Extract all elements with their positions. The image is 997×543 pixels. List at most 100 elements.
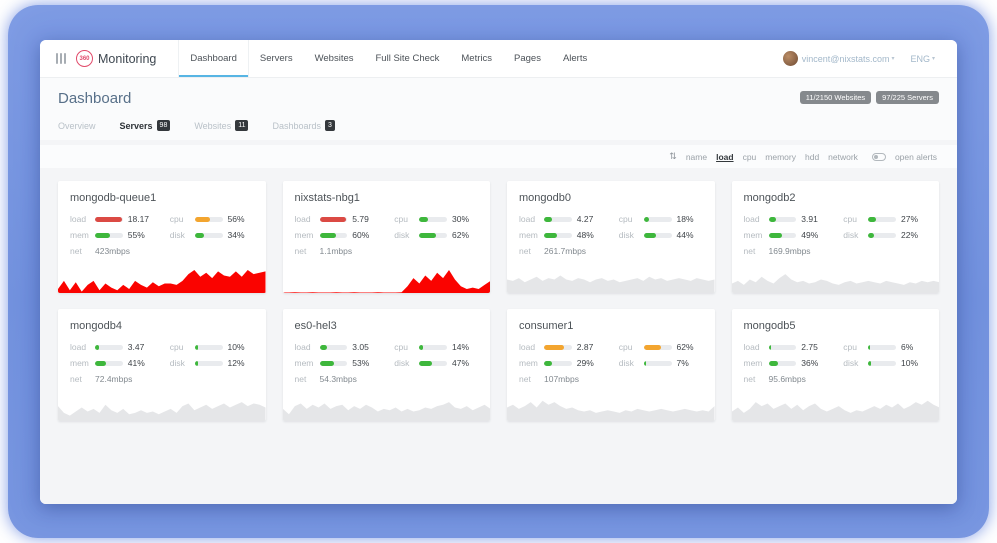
open-alerts-label[interactable]: open alerts bbox=[895, 152, 937, 162]
net-value: 169.9mbps bbox=[769, 246, 811, 256]
metric-load: load 2.87 bbox=[519, 342, 603, 352]
sort-by-cpu[interactable]: cpu bbox=[743, 152, 757, 162]
servers-status-badge[interactable]: 97/225 Servers bbox=[876, 91, 939, 104]
dashboard-subtabs: Overview Servers 98 Websites 11 Dashboar… bbox=[58, 120, 939, 140]
metric-cpu: cpu 6% bbox=[843, 342, 927, 352]
net-label: net bbox=[295, 246, 315, 256]
load-bar bbox=[320, 345, 348, 350]
sort-by-hdd[interactable]: hdd bbox=[805, 152, 819, 162]
metric-cpu: cpu 18% bbox=[619, 214, 703, 224]
mem-label: mem bbox=[519, 358, 539, 368]
server-card[interactable]: es0-hel3 load 3.05 cpu 14% mem 53% bbox=[283, 309, 491, 421]
subtab-servers[interactable]: Servers 98 bbox=[120, 120, 171, 131]
mem-value: 49% bbox=[801, 230, 827, 240]
metric-mem: mem 55% bbox=[70, 230, 154, 240]
nav-tab-metrics[interactable]: Metrics bbox=[450, 40, 503, 77]
mem-bar bbox=[320, 361, 348, 366]
server-card-body: mongodb-queue1 load 18.17 cpu 56% mem 55… bbox=[58, 181, 266, 263]
net-label: net bbox=[744, 374, 764, 384]
mem-value: 55% bbox=[128, 230, 154, 240]
metric-disk: disk 7% bbox=[619, 358, 703, 368]
dashboards-count-badge: 3 bbox=[325, 120, 335, 131]
server-metrics: load 3.05 cpu 14% mem 53% disk 4 bbox=[295, 342, 479, 390]
mem-value: 41% bbox=[128, 358, 154, 368]
metric-disk: disk 10% bbox=[843, 358, 927, 368]
subtab-dashboards[interactable]: Dashboards 3 bbox=[272, 120, 334, 131]
cpu-bar bbox=[419, 345, 447, 350]
load-label: load bbox=[70, 214, 90, 224]
mem-value: 48% bbox=[577, 230, 603, 240]
server-card[interactable]: mongodb4 load 3.47 cpu 10% mem 41% bbox=[58, 309, 266, 421]
subtab-websites[interactable]: Websites 11 bbox=[194, 120, 248, 131]
mem-value: 29% bbox=[577, 358, 603, 368]
server-metrics: load 5.79 cpu 30% mem 60% disk 6 bbox=[295, 214, 479, 262]
mem-bar bbox=[320, 233, 348, 238]
server-card[interactable]: nixstats-nbg1 load 5.79 cpu 30% mem 60% bbox=[283, 181, 491, 293]
metric-mem: mem 48% bbox=[519, 230, 603, 240]
metric-mem: mem 53% bbox=[295, 358, 379, 368]
mem-label: mem bbox=[70, 230, 90, 240]
status-badges: 11/2150 Websites 97/225 Servers bbox=[800, 91, 939, 104]
cpu-label: cpu bbox=[170, 214, 190, 224]
nav-tab-pages[interactable]: Pages bbox=[503, 40, 552, 77]
server-card[interactable]: mongodb-queue1 load 18.17 cpu 56% mem 55… bbox=[58, 181, 266, 293]
disk-label: disk bbox=[843, 230, 863, 240]
websites-count-badge: 11 bbox=[235, 120, 248, 131]
server-card[interactable]: mongodb5 load 2.75 cpu 6% mem 36% bbox=[732, 309, 940, 421]
cpu-value: 27% bbox=[901, 214, 927, 224]
server-card[interactable]: mongodb2 load 3.91 cpu 27% mem 49% bbox=[732, 181, 940, 293]
nav-tab-servers[interactable]: Servers bbox=[249, 40, 304, 77]
metric-disk: disk 47% bbox=[394, 358, 478, 368]
cpu-value: 62% bbox=[677, 342, 703, 352]
sparkline-chart bbox=[732, 391, 940, 421]
nav-tab-alerts[interactable]: Alerts bbox=[552, 40, 598, 77]
logo[interactable]: 360 Monitoring bbox=[76, 50, 156, 67]
disk-label: disk bbox=[394, 358, 414, 368]
load-value: 5.79 bbox=[352, 214, 378, 224]
nav-tab-websites[interactable]: Websites bbox=[304, 40, 365, 77]
open-alerts-toggle[interactable] bbox=[872, 153, 886, 161]
disk-label: disk bbox=[170, 358, 190, 368]
content-area: ⇅ name load cpu memory hdd network open … bbox=[40, 140, 957, 504]
sparkline-chart bbox=[507, 263, 715, 293]
subtab-overview[interactable]: Overview bbox=[58, 121, 96, 131]
nav-tab-full-site-check[interactable]: Full Site Check bbox=[365, 40, 451, 77]
disk-label: disk bbox=[843, 358, 863, 368]
sort-by-memory[interactable]: memory bbox=[765, 152, 796, 162]
server-card[interactable]: consumer1 load 2.87 cpu 62% mem 29% bbox=[507, 309, 715, 421]
metric-disk: disk 22% bbox=[843, 230, 927, 240]
net-value: 423mbps bbox=[95, 246, 130, 256]
metric-cpu: cpu 14% bbox=[394, 342, 478, 352]
sort-by-network[interactable]: network bbox=[828, 152, 858, 162]
load-label: load bbox=[295, 214, 315, 224]
load-value: 18.17 bbox=[128, 214, 154, 224]
app-grid-icon[interactable] bbox=[56, 53, 66, 64]
server-name: es0-hel3 bbox=[295, 320, 479, 332]
nav-tab-dashboard[interactable]: Dashboard bbox=[178, 40, 248, 77]
load-label: load bbox=[295, 342, 315, 352]
page-header: Dashboard 11/2150 Websites 97/225 Server… bbox=[40, 78, 957, 140]
cpu-label: cpu bbox=[843, 342, 863, 352]
server-card[interactable]: mongodb0 load 4.27 cpu 18% mem 48% bbox=[507, 181, 715, 293]
language-label: ENG bbox=[910, 54, 930, 64]
cpu-bar bbox=[195, 345, 223, 350]
sort-by-load[interactable]: load bbox=[716, 152, 733, 162]
sort-by-name[interactable]: name bbox=[686, 152, 707, 162]
metric-load: load 3.91 bbox=[744, 214, 828, 224]
disk-value: 34% bbox=[228, 230, 254, 240]
chevron-down-icon: ▾ bbox=[891, 55, 894, 62]
metric-net: net 95.6mbps bbox=[744, 374, 828, 384]
server-metrics: load 4.27 cpu 18% mem 48% disk 4 bbox=[519, 214, 703, 262]
chevron-down-icon: ▾ bbox=[932, 55, 935, 62]
websites-status-badge[interactable]: 11/2150 Websites bbox=[800, 91, 871, 104]
mem-label: mem bbox=[70, 358, 90, 368]
mem-bar bbox=[769, 233, 797, 238]
servers-count-badge: 98 bbox=[157, 120, 171, 131]
language-selector[interactable]: ENG ▾ bbox=[910, 54, 941, 64]
load-value: 3.05 bbox=[352, 342, 378, 352]
sparkline-chart bbox=[507, 391, 715, 421]
user-menu[interactable]: vincent@nixstats.com ▾ bbox=[783, 51, 901, 66]
server-card-body: mongodb2 load 3.91 cpu 27% mem 49% bbox=[732, 181, 940, 263]
user-avatar bbox=[783, 51, 798, 66]
disk-bar bbox=[195, 233, 223, 238]
